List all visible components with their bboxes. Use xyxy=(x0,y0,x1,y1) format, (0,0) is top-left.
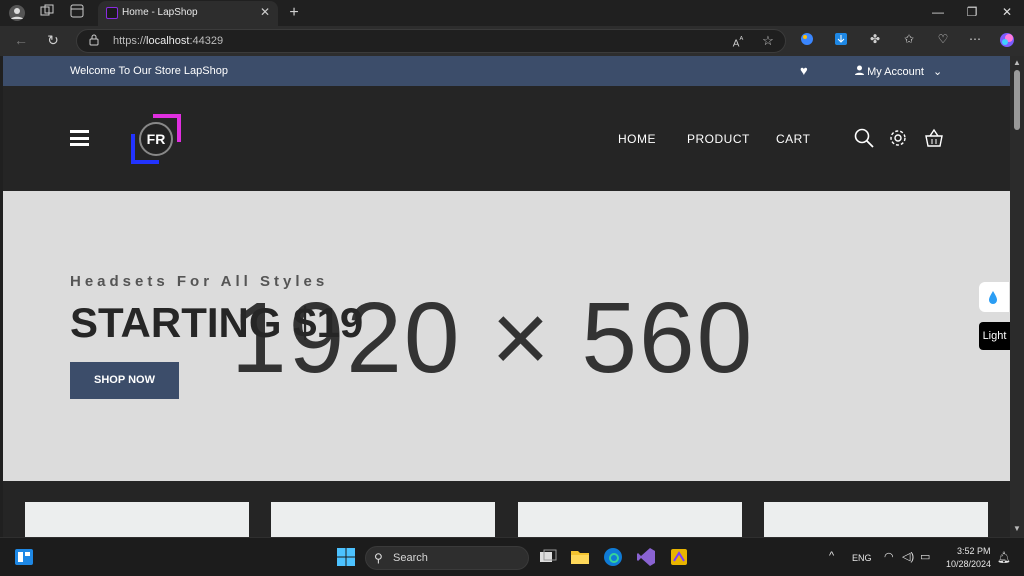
tab-favicon-icon xyxy=(106,7,118,19)
scroll-up-icon[interactable]: ▲ xyxy=(1013,58,1021,67)
app-icon[interactable] xyxy=(669,547,689,567)
search-icon: ⚲ xyxy=(374,551,383,565)
hero-subtitle: Headsets For All Styles xyxy=(70,273,329,290)
workspaces-icon[interactable] xyxy=(38,4,56,22)
chevron-down-icon: ⌄ xyxy=(932,66,943,78)
url-text: https://localhost:44329 xyxy=(113,35,224,47)
welcome-text: Welcome To Our Store LapShop xyxy=(70,65,228,77)
browser-essentials-icon[interactable]: ♡ xyxy=(934,32,952,46)
svg-text:FR: FR xyxy=(147,131,166,147)
product-card[interactable] xyxy=(518,502,742,537)
hero-banner: 1920 × 560 Headsets For All Styles START… xyxy=(3,191,1010,481)
hamburger-menu-icon[interactable] xyxy=(70,130,89,146)
tab-title: Home - LapShop xyxy=(122,7,198,18)
web-page: Welcome To Our Store LapShop ♥ My Accoun… xyxy=(3,56,1010,537)
my-account-link[interactable]: My Account ⌄ xyxy=(855,65,942,78)
windows-taskbar: ⚲ Search ^ ENG ◠ ◁) ▭ 3:52 PM 10/28/2024… xyxy=(0,537,1024,576)
visual-studio-icon[interactable] xyxy=(636,547,656,567)
browser-toolbar: ← ↻ https://localhost:44329 Aᴬ ☆ ✤ ✩ ♡ ⋯ xyxy=(0,26,1024,56)
volume-icon[interactable]: ◁) xyxy=(902,550,914,563)
light-theme-toggle[interactable]: Light xyxy=(979,322,1010,350)
product-card[interactable] xyxy=(25,502,249,537)
file-explorer-icon[interactable] xyxy=(570,547,590,567)
taskbar-search[interactable]: ⚲ Search xyxy=(365,546,529,570)
basket-icon[interactable] xyxy=(924,128,944,148)
back-icon[interactable]: ← xyxy=(12,32,30,48)
nav-home[interactable]: HOME xyxy=(618,132,656,146)
profile-avatar-icon[interactable] xyxy=(8,4,26,22)
nav-product[interactable]: PRODUCT xyxy=(687,132,750,146)
browser-tab-bar: Home - LapShop ✕ + — ❐ ✕ xyxy=(0,0,1024,26)
more-menu-icon[interactable]: ⋯ xyxy=(966,32,984,46)
language-indicator[interactable]: ENG xyxy=(852,553,872,563)
search-placeholder: Search xyxy=(393,552,428,564)
product-card[interactable] xyxy=(271,502,495,537)
clock-date[interactable]: 10/28/2024 xyxy=(946,559,991,569)
extension-palette-icon[interactable] xyxy=(798,32,816,49)
site-header: FR HOME PRODUCT CART xyxy=(3,86,1010,191)
favorites-icon[interactable]: ✩ xyxy=(900,32,918,46)
lock-icon xyxy=(89,34,99,49)
active-tab[interactable]: Home - LapShop ✕ xyxy=(98,1,278,26)
product-cards-row xyxy=(3,481,1010,537)
refresh-icon[interactable]: ↻ xyxy=(44,32,62,49)
wishlist-heart-icon[interactable]: ♥ xyxy=(800,63,808,78)
product-card[interactable] xyxy=(764,502,988,537)
nav-cart[interactable]: CART xyxy=(776,132,810,146)
theme-picker-button[interactable] xyxy=(979,282,1009,312)
water-drop-icon xyxy=(989,291,997,304)
battery-icon[interactable]: ▭ xyxy=(920,550,930,563)
wifi-icon[interactable]: ◠ xyxy=(884,550,894,563)
hero-headline: STARTING $19 xyxy=(70,299,364,346)
minimize-button[interactable]: — xyxy=(928,5,948,19)
shop-now-button[interactable]: SHOP NOW xyxy=(70,362,179,399)
favorite-star-icon[interactable]: ☆ xyxy=(759,33,777,49)
extensions-puzzle-icon[interactable]: ✤ xyxy=(866,32,884,46)
close-tab-icon[interactable]: ✕ xyxy=(260,5,270,19)
page-scrollbar[interactable]: ▲ ▼ xyxy=(1010,56,1024,537)
show-hidden-icons[interactable]: ^ xyxy=(829,550,834,562)
extension-download-icon[interactable] xyxy=(832,32,850,49)
user-icon xyxy=(855,65,864,75)
notification-bell-icon[interactable]: 🔔︎ xyxy=(997,551,1011,564)
copilot-icon[interactable] xyxy=(998,32,1016,51)
store-topbar: Welcome To Our Store LapShop ♥ My Accoun… xyxy=(3,56,1010,86)
read-aloud-icon[interactable]: Aᴬ xyxy=(729,34,747,49)
clock-time[interactable]: 3:52 PM xyxy=(957,546,991,556)
gear-icon[interactable] xyxy=(888,128,908,148)
restore-button[interactable]: ❐ xyxy=(962,5,982,19)
scroll-thumb[interactable] xyxy=(1014,70,1020,130)
scroll-down-icon[interactable]: ▼ xyxy=(1013,524,1021,533)
start-icon[interactable] xyxy=(336,547,356,567)
site-logo[interactable]: FR xyxy=(131,114,181,164)
my-account-label: My Account xyxy=(867,66,924,78)
new-tab-button[interactable]: + xyxy=(285,4,303,22)
search-icon[interactable] xyxy=(854,128,874,148)
edge-browser-icon[interactable] xyxy=(603,547,623,567)
address-bar[interactable]: https://localhost:44329 Aᴬ ☆ xyxy=(76,29,786,53)
task-view-icon[interactable] xyxy=(538,547,558,567)
vertical-tabs-icon[interactable] xyxy=(68,4,86,22)
close-window-button[interactable]: ✕ xyxy=(997,5,1017,19)
widgets-icon[interactable] xyxy=(14,547,34,567)
